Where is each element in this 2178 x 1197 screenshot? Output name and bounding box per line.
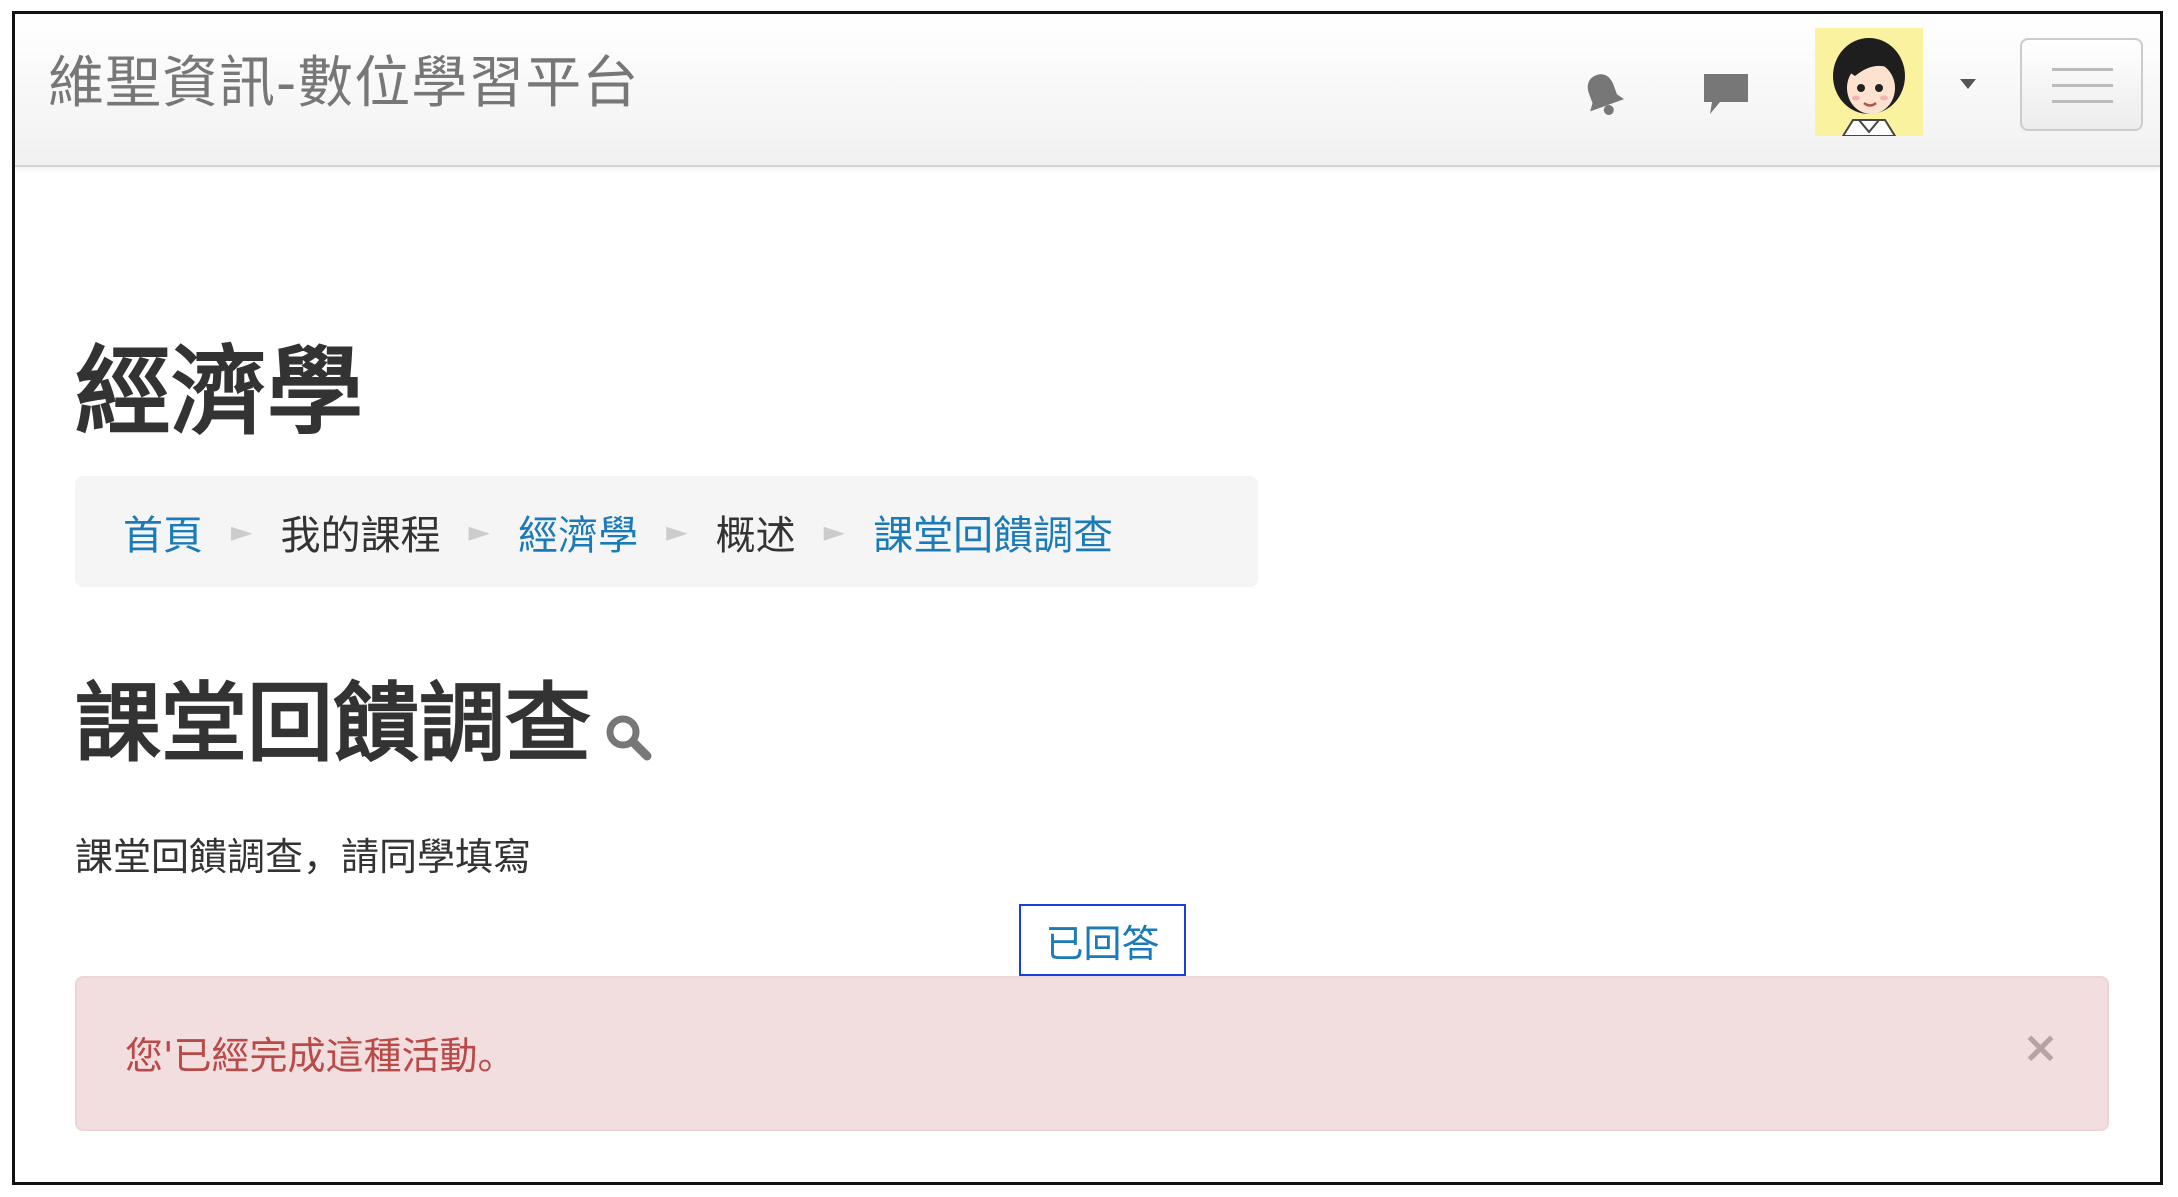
- breadcrumb-item-course[interactable]: 經濟學: [518, 503, 638, 561]
- top-navbar: 維聖資訊-數位學習平台: [15, 14, 2160, 167]
- avatar[interactable]: [1815, 28, 1923, 136]
- hamburger-bar: [2052, 84, 2113, 87]
- hamburger-bar: [2052, 100, 2113, 103]
- site-brand-link[interactable]: 維聖資訊-數位學習平台: [48, 48, 639, 120]
- hamburger-bar: [2052, 68, 2113, 71]
- browser-frame: 維聖資訊-數位學習平台 經濟學 首頁 ► 我的課程 ► 經濟學 ► 概述 ► 課…: [12, 11, 2163, 1185]
- breadcrumb: 首頁 ► 我的課程 ► 經濟學 ► 概述 ► 課堂回饋調查: [75, 476, 1258, 587]
- activity-description: 課堂回饋調查，請同學填寫: [75, 835, 532, 879]
- breadcrumb-separator-icon: ►: [468, 515, 491, 548]
- breadcrumb-item-feedback-survey[interactable]: 課堂回饋調查: [873, 503, 1113, 561]
- bell-icon[interactable]: [1575, 66, 1631, 122]
- breadcrumb-separator-icon: ►: [666, 515, 688, 548]
- user-menu-caret-icon[interactable]: [1960, 79, 1976, 89]
- breadcrumb-item-home[interactable]: 首頁: [123, 503, 203, 561]
- activity-title: 課堂回饋調查: [75, 674, 591, 774]
- breadcrumb-item-my-courses: 我的課程: [280, 512, 441, 559]
- breadcrumb-separator-icon: ►: [231, 515, 253, 548]
- hamburger-menu-icon[interactable]: [2020, 38, 2143, 131]
- activity-heading: 課堂回饋調查: [75, 669, 653, 779]
- page-title: 經濟學: [75, 336, 363, 448]
- search-icon[interactable]: [603, 712, 653, 762]
- chat-bubble-icon[interactable]: [1698, 66, 1754, 122]
- breadcrumb-item-overview: 概述: [715, 512, 796, 559]
- alert-message: 您'已經完成這種活動。: [125, 1034, 516, 1078]
- close-icon[interactable]: ×: [2022, 1020, 2059, 1076]
- answered-status-badge[interactable]: 已回答: [1019, 904, 1186, 976]
- completion-alert: 您'已經完成這種活動。 ×: [75, 976, 2109, 1131]
- breadcrumb-separator-icon: ►: [823, 515, 846, 548]
